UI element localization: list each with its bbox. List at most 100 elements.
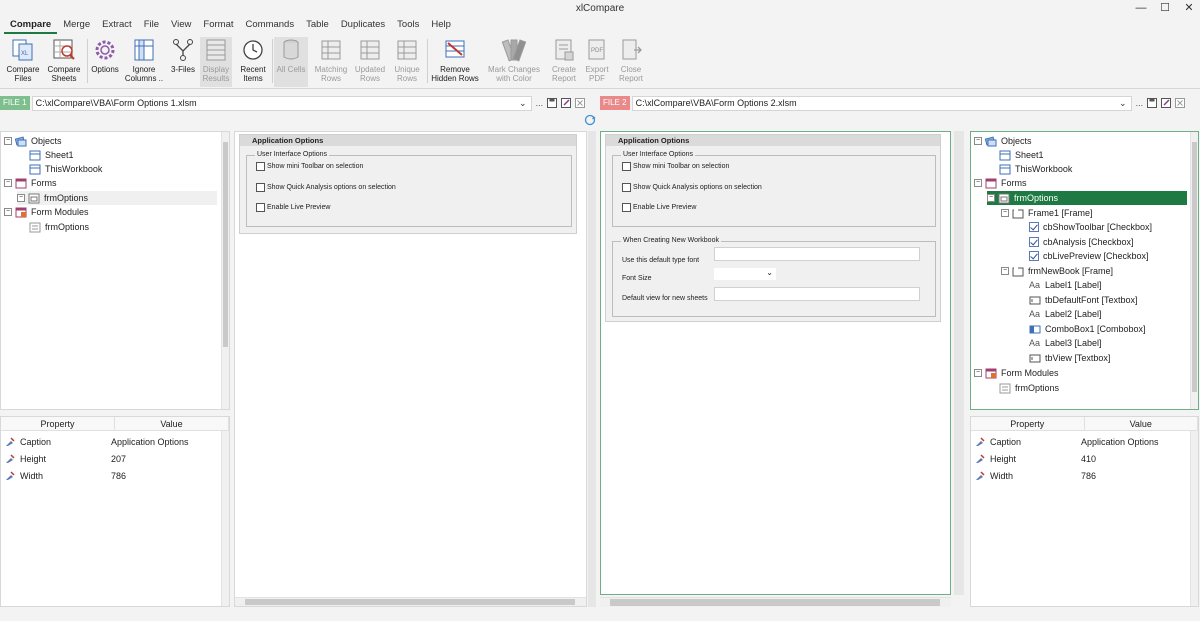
tree-node-cbshowtoolbar[interactable]: cbShowToolbar [Checkbox]: [1029, 220, 1152, 234]
browse-button[interactable]: ...: [1136, 98, 1144, 108]
horizontal-scrollbar[interactable]: [235, 597, 586, 606]
menu-format[interactable]: Format: [197, 17, 239, 34]
minimize-button[interactable]: —: [1134, 1, 1148, 15]
default-view-textbox[interactable]: [714, 287, 920, 301]
show-mini-toolbar-checkbox[interactable]: Show mini Toolbar on selection: [256, 162, 363, 171]
save-as-icon[interactable]: [1161, 98, 1172, 108]
tree-node-combobox1[interactable]: ComboBox1 [Combobox]: [1029, 322, 1146, 336]
default-font-textbox[interactable]: [714, 247, 920, 261]
tree-node-tbview[interactable]: tbView [Textbox]: [1029, 351, 1110, 365]
menu-extract[interactable]: Extract: [96, 17, 138, 34]
enable-live-preview-checkbox[interactable]: Enable Live Preview: [622, 203, 696, 212]
collapse-icon[interactable]: −: [974, 369, 982, 377]
file2-path-combo[interactable]: C:\xlCompare\VBA\Form Options 2.xlsm ⌄: [631, 95, 1132, 111]
tree-node-objects[interactable]: − Objects: [974, 134, 1032, 148]
menu-table[interactable]: Table: [300, 17, 335, 34]
save-as-icon[interactable]: [561, 98, 572, 108]
collapse-icon[interactable]: −: [974, 137, 982, 145]
tree-node-thisworkbook[interactable]: ThisWorkbook: [29, 162, 102, 176]
chevron-down-icon[interactable]: ⌄: [766, 268, 773, 277]
menu-tools[interactable]: Tools: [391, 17, 425, 34]
property-row[interactable]: Caption Application Options: [1, 435, 229, 449]
menu-help[interactable]: Help: [425, 17, 457, 34]
tree-node-frame1[interactable]: − Frame1 [Frame]: [1001, 206, 1093, 220]
tree-node-frmoptions[interactable]: − frmOptions: [17, 191, 217, 205]
left-object-tree[interactable]: − Objects Sheet1 ThisWorkbook − Forms − …: [0, 131, 230, 410]
collapse-icon[interactable]: −: [4, 208, 12, 216]
property-row[interactable]: Width 786: [971, 469, 1198, 483]
menu-view[interactable]: View: [165, 17, 197, 34]
compare-files-button[interactable]: XL Compare Files: [4, 37, 42, 87]
create-report-button[interactable]: Create Report: [547, 37, 581, 87]
tree-node-frmoptions-module[interactable]: frmOptions: [29, 220, 89, 234]
left-form-canvas[interactable]: Application Options User Interface Optio…: [234, 131, 587, 607]
tree-node-tbdefaultfont[interactable]: tbDefaultFont [Textbox]: [1029, 293, 1138, 307]
tree-node-label2[interactable]: Aa Label2 [Label]: [1029, 307, 1102, 321]
collapse-icon[interactable]: −: [17, 194, 25, 202]
property-row[interactable]: Height 410: [971, 452, 1198, 466]
close-file-icon[interactable]: [575, 98, 586, 108]
property-column-header[interactable]: Property: [1, 417, 115, 430]
compare-sheets-button[interactable]: Compare Sheets: [44, 37, 84, 87]
close-file-icon[interactable]: [1175, 98, 1186, 108]
all-cells-button[interactable]: All Cells: [274, 37, 308, 87]
right-form-canvas[interactable]: Application Options User Interface Optio…: [600, 131, 951, 595]
splitter-scrollbar[interactable]: [588, 131, 596, 607]
options-button[interactable]: Options: [89, 37, 121, 87]
matching-rows-button[interactable]: Matching Rows: [312, 37, 350, 87]
file1-path-combo[interactable]: C:\xlCompare\VBA\Form Options 1.xlsm ⌄: [31, 95, 532, 111]
chevron-down-icon[interactable]: ⌄: [1119, 97, 1127, 110]
mark-changes-button[interactable]: Mark Changes with Color: [486, 37, 542, 87]
tree-node-form-modules[interactable]: − Form Modules: [4, 205, 89, 219]
tree-node-form-modules[interactable]: − Form Modules: [974, 366, 1059, 380]
vertical-scrollbar[interactable]: [1190, 431, 1198, 606]
horizontal-scrollbar[interactable]: [600, 597, 951, 607]
left-properties-grid[interactable]: Property Value Caption Application Optio…: [0, 416, 230, 607]
collapse-icon[interactable]: −: [4, 179, 12, 187]
recent-items-button[interactable]: Recent Items: [236, 37, 270, 87]
right-object-tree[interactable]: − Objects Sheet1 ThisWorkbook − Forms − …: [970, 131, 1199, 410]
collapse-icon[interactable]: −: [4, 137, 12, 145]
tree-node-cbanalysis[interactable]: cbAnalysis [Checkbox]: [1029, 235, 1134, 249]
tree-node-sheet1[interactable]: Sheet1: [999, 148, 1044, 162]
tree-node-thisworkbook[interactable]: ThisWorkbook: [999, 162, 1072, 176]
menu-duplicates[interactable]: Duplicates: [335, 17, 391, 34]
menu-commands[interactable]: Commands: [240, 17, 301, 34]
tree-node-cblivepreview[interactable]: cbLivePreview [Checkbox]: [1029, 249, 1149, 263]
collapse-icon[interactable]: −: [974, 179, 982, 187]
property-row[interactable]: Height 207: [1, 452, 229, 466]
menu-compare[interactable]: Compare: [4, 17, 58, 34]
show-quick-analysis-checkbox[interactable]: Show Quick Analysis options on selection: [256, 183, 396, 192]
value-column-header[interactable]: Value: [1085, 417, 1198, 430]
export-pdf-button[interactable]: PDF Export PDF: [582, 37, 612, 87]
tree-node-frmoptions[interactable]: − frmOptions: [987, 191, 1187, 205]
vertical-scrollbar[interactable]: [221, 431, 229, 606]
value-column-header[interactable]: Value: [115, 417, 229, 430]
remove-hidden-rows-button[interactable]: Remove Hidden Rows: [429, 37, 481, 87]
tree-node-sheet1[interactable]: Sheet1: [29, 148, 74, 162]
splitter-scrollbar[interactable]: [954, 131, 964, 595]
vertical-scrollbar[interactable]: [1190, 132, 1198, 409]
tree-node-label1[interactable]: Aa Label1 [Label]: [1029, 278, 1102, 292]
tree-node-forms[interactable]: − Forms: [4, 176, 57, 190]
updated-rows-button[interactable]: Updated Rows: [353, 37, 387, 87]
tree-node-forms[interactable]: − Forms: [974, 176, 1027, 190]
close-button[interactable]: ✕: [1182, 1, 1196, 15]
collapse-icon[interactable]: −: [1001, 267, 1009, 275]
property-row[interactable]: Caption Application Options: [971, 435, 1198, 449]
tree-node-objects[interactable]: − Objects: [4, 134, 62, 148]
three-files-button[interactable]: 3-Files: [167, 37, 199, 87]
save-icon[interactable]: [1147, 98, 1158, 108]
menu-file[interactable]: File: [138, 17, 165, 34]
tree-node-frmoptions-module[interactable]: frmOptions: [999, 381, 1059, 395]
property-row[interactable]: Width 786: [1, 469, 229, 483]
sync-scroll-icon[interactable]: [584, 114, 596, 126]
browse-button[interactable]: ...: [536, 98, 544, 108]
font-size-combobox[interactable]: ⌄: [714, 268, 776, 280]
close-report-button[interactable]: Close Report: [615, 37, 647, 87]
collapse-icon[interactable]: −: [1001, 209, 1009, 217]
display-results-button[interactable]: Display Results: [200, 37, 232, 87]
tree-node-frmnewbook[interactable]: − frmNewBook [Frame]: [1001, 264, 1113, 278]
maximize-button[interactable]: ☐: [1158, 1, 1172, 15]
property-column-header[interactable]: Property: [971, 417, 1085, 430]
